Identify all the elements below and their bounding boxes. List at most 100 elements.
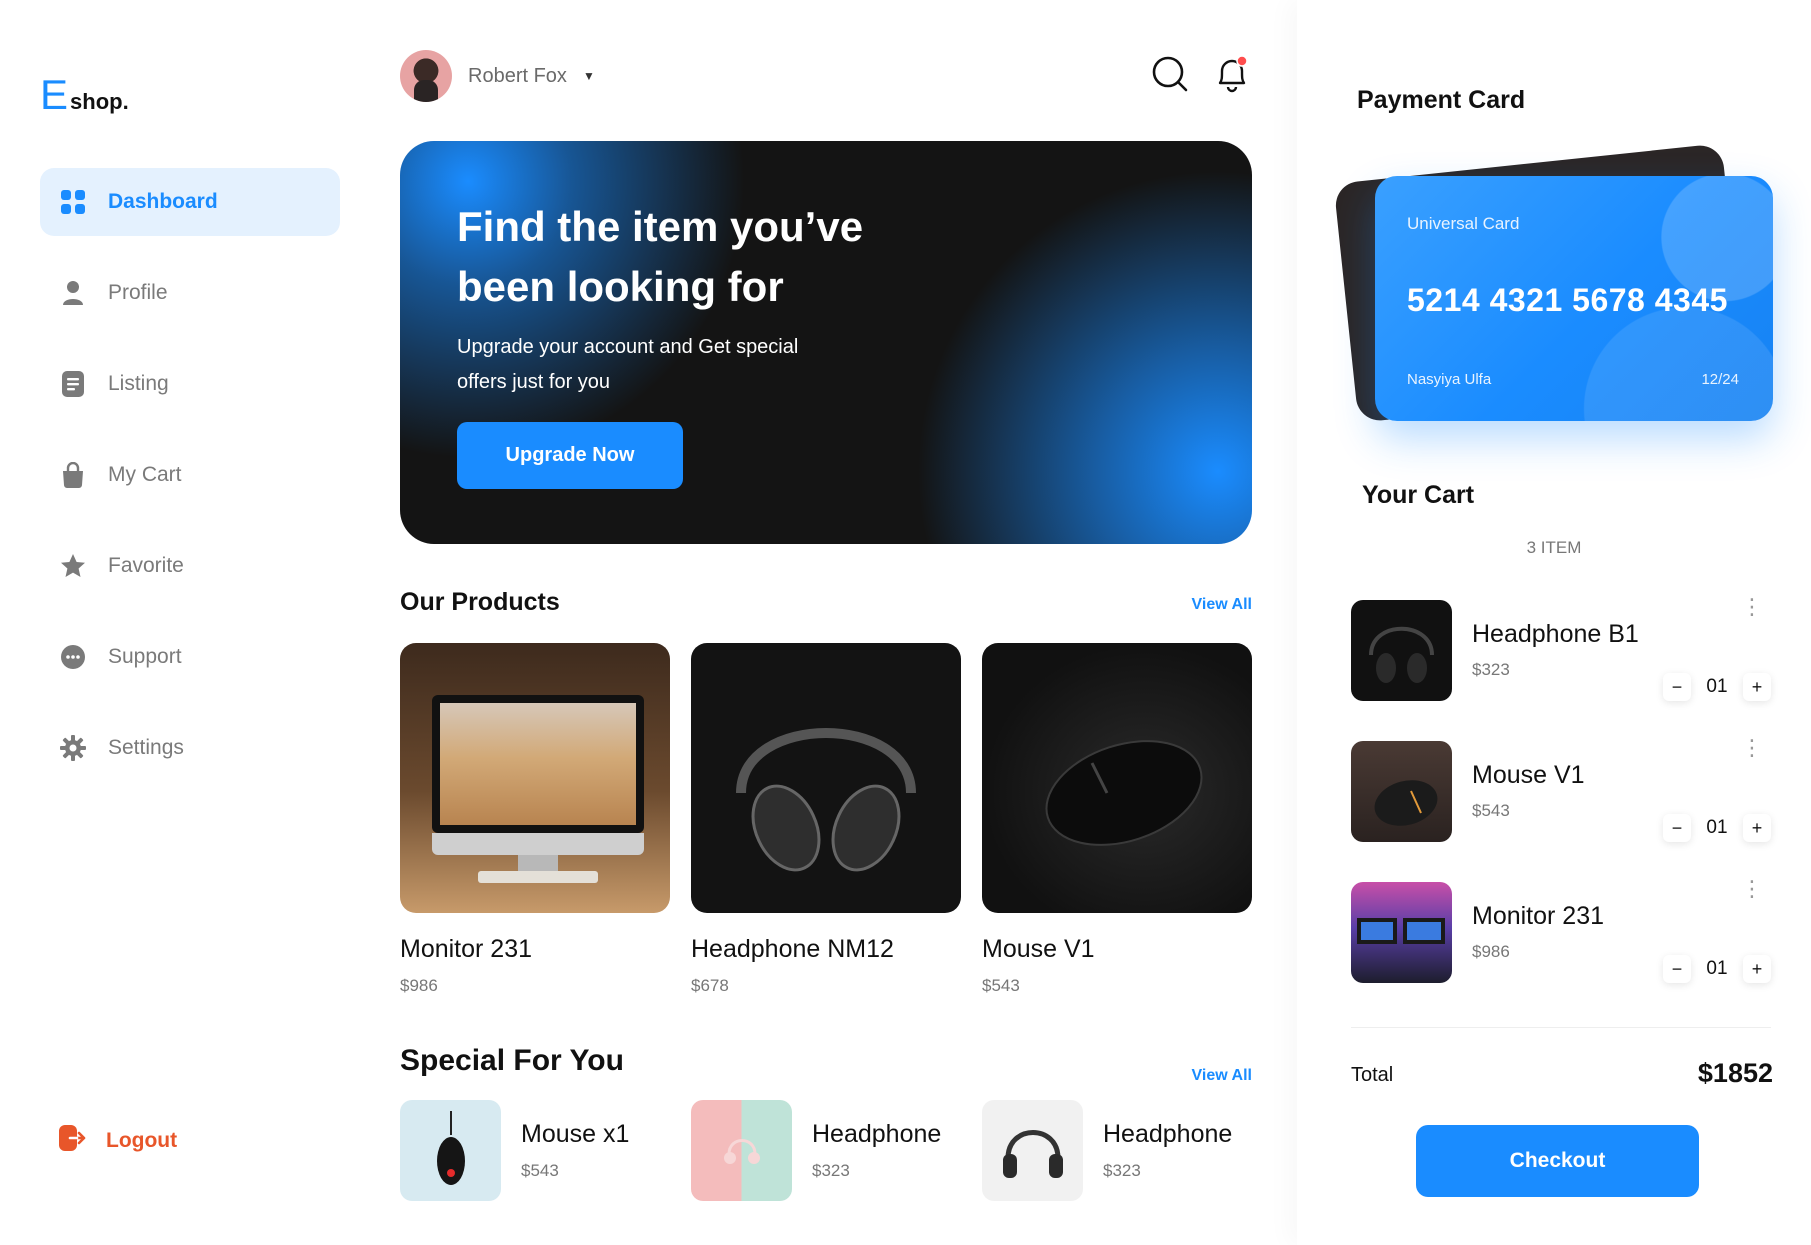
divider (1351, 1027, 1771, 1028)
sidebar: E shop. Dashboard Profile Listing My Car… (0, 0, 390, 1245)
cart-item-count: 3 ITEM (1526, 538, 1582, 557)
quantity-value: 01 (1706, 817, 1728, 838)
special-price: $323 (812, 1161, 850, 1180)
product-image (982, 643, 1252, 913)
quantity-stepper: − 01 + (1663, 673, 1771, 701)
cart-item-image (1351, 600, 1452, 701)
sidebar-item-settings[interactable]: Settings (40, 714, 340, 782)
right-panel: Payment Card Universal Card 5214 4321 56… (1297, 0, 1811, 1245)
cart-item-price: $543 (1472, 801, 1510, 820)
chevron-down-icon: ▼ (582, 69, 595, 83)
sidebar-item-my-cart[interactable]: My Cart (40, 441, 340, 509)
search-icon (1151, 55, 1189, 98)
more-options-icon[interactable]: ⋮ (1741, 878, 1763, 900)
bell-icon (1213, 54, 1251, 99)
card-brand: Universal Card (1407, 214, 1520, 233)
special-item[interactable]: Headphone $323 (691, 1100, 961, 1201)
sidebar-item-favorite[interactable]: Favorite (40, 532, 340, 600)
quantity-stepper: − 01 + (1663, 814, 1771, 842)
product-image (400, 643, 670, 913)
payment-card-title: Payment Card (1357, 86, 1526, 114)
user-icon (58, 278, 88, 308)
specials-view-all-link[interactable]: View All (1192, 1067, 1252, 1085)
shopping-bag-icon (58, 460, 88, 490)
user-menu[interactable]: Robert Fox ▼ (400, 50, 595, 102)
checkout-button[interactable]: Checkout (1416, 1125, 1699, 1197)
increase-quantity-button[interactable]: + (1743, 814, 1771, 842)
special-name: Headphone (1103, 1120, 1233, 1148)
card-holder: Nasyiya Ulfa (1407, 371, 1492, 388)
cart-list: Headphone B1 $323 ⋮ − 01 + Mouse V1 $543… (1351, 596, 1771, 1023)
sidebar-item-dashboard[interactable]: Dashboard (40, 168, 340, 236)
decrease-quantity-button[interactable]: − (1663, 673, 1691, 701)
sidebar-item-label: Profile (108, 281, 168, 304)
sidebar-item-support[interactable]: Support (40, 623, 340, 691)
star-icon (58, 551, 88, 581)
sidebar-item-listing[interactable]: Listing (40, 350, 340, 418)
main-content: Robert Fox ▼ Find the item you’ve been l… (400, 0, 1252, 1245)
cart-item-price: $323 (1472, 660, 1510, 679)
product-name: Mouse V1 (982, 935, 1095, 963)
products-view-all-link[interactable]: View All (1192, 596, 1252, 614)
decrease-quantity-button[interactable]: − (1663, 955, 1691, 983)
grid-icon (58, 187, 88, 217)
product-card[interactable]: Monitor 231 $986 (400, 643, 670, 996)
logo-letter: E (40, 71, 69, 118)
special-price: $323 (1103, 1161, 1141, 1180)
search-button[interactable] (1150, 56, 1190, 96)
payment-card[interactable]: Universal Card 5214 4321 5678 4345 Nasyi… (1375, 176, 1773, 421)
quantity-stepper: − 01 + (1663, 955, 1771, 983)
total-value: $1852 (1697, 1058, 1773, 1088)
quantity-value: 01 (1706, 958, 1728, 979)
sidebar-item-label: Listing (108, 372, 169, 395)
logo[interactable]: E shop. (40, 74, 129, 116)
product-name: Monitor 231 (400, 935, 533, 963)
document-icon (58, 369, 88, 399)
top-actions (1150, 54, 1252, 99)
special-image (400, 1100, 501, 1201)
product-card[interactable]: Mouse V1 $543 (982, 643, 1252, 996)
logout-button[interactable]: Logout (58, 1124, 177, 1157)
increase-quantity-button[interactable]: + (1743, 673, 1771, 701)
cart-item: Mouse V1 $543 ⋮ − 01 + (1351, 737, 1771, 842)
product-image (691, 643, 961, 913)
chat-icon (58, 642, 88, 672)
our-products-title: Our Products (400, 588, 560, 616)
product-price: $678 (691, 976, 729, 995)
special-item[interactable]: Mouse x1 $543 (400, 1100, 670, 1201)
sidebar-item-label: Support (108, 645, 182, 668)
logout-label: Logout (106, 1128, 178, 1152)
product-card[interactable]: Headphone NM12 $678 (691, 643, 961, 996)
top-bar: Robert Fox ▼ (400, 50, 1252, 102)
cart-item: Monitor 231 $986 ⋮ − 01 + (1351, 878, 1771, 983)
sidebar-item-label: Settings (108, 736, 184, 759)
cart-item-name: Monitor 231 (1472, 902, 1605, 930)
upgrade-now-button[interactable]: Upgrade Now (457, 422, 683, 489)
cart-item-image (1351, 741, 1452, 842)
product-name: Headphone NM12 (691, 935, 894, 963)
notifications-button[interactable] (1212, 54, 1252, 99)
product-grid: Monitor 231 $986 Headphone NM12 $678 Mou… (400, 643, 1252, 996)
special-for-you-title: Special For You (400, 1044, 624, 1077)
more-options-icon[interactable]: ⋮ (1741, 596, 1763, 618)
your-cart-title: Your Cart (1362, 481, 1475, 509)
cart-item: Headphone B1 $323 ⋮ − 01 + (1351, 596, 1771, 701)
special-list: Mouse x1 $543 Headphone $323 Headphone $… (400, 1100, 1252, 1201)
sidebar-nav: Dashboard Profile Listing My Cart Favori… (40, 168, 340, 805)
special-item[interactable]: Headphone $323 (982, 1100, 1252, 1201)
more-options-icon[interactable]: ⋮ (1741, 737, 1763, 759)
total-label: Total (1351, 1064, 1394, 1086)
cart-item-image (1351, 882, 1452, 983)
sidebar-item-label: Dashboard (108, 190, 218, 213)
card-number: 5214 4321 5678 4345 (1407, 282, 1728, 318)
cart-item-name: Mouse V1 (1472, 761, 1585, 789)
logout-icon (58, 1124, 86, 1157)
sidebar-item-profile[interactable]: Profile (40, 259, 340, 327)
special-name: Headphone (812, 1120, 942, 1148)
cart-item-price: $986 (1472, 942, 1510, 961)
promo-banner: Find the item you’ve been looking for Up… (400, 141, 1252, 544)
increase-quantity-button[interactable]: + (1743, 955, 1771, 983)
special-image (982, 1100, 1083, 1201)
decrease-quantity-button[interactable]: − (1663, 814, 1691, 842)
special-name: Mouse x1 (521, 1120, 630, 1148)
